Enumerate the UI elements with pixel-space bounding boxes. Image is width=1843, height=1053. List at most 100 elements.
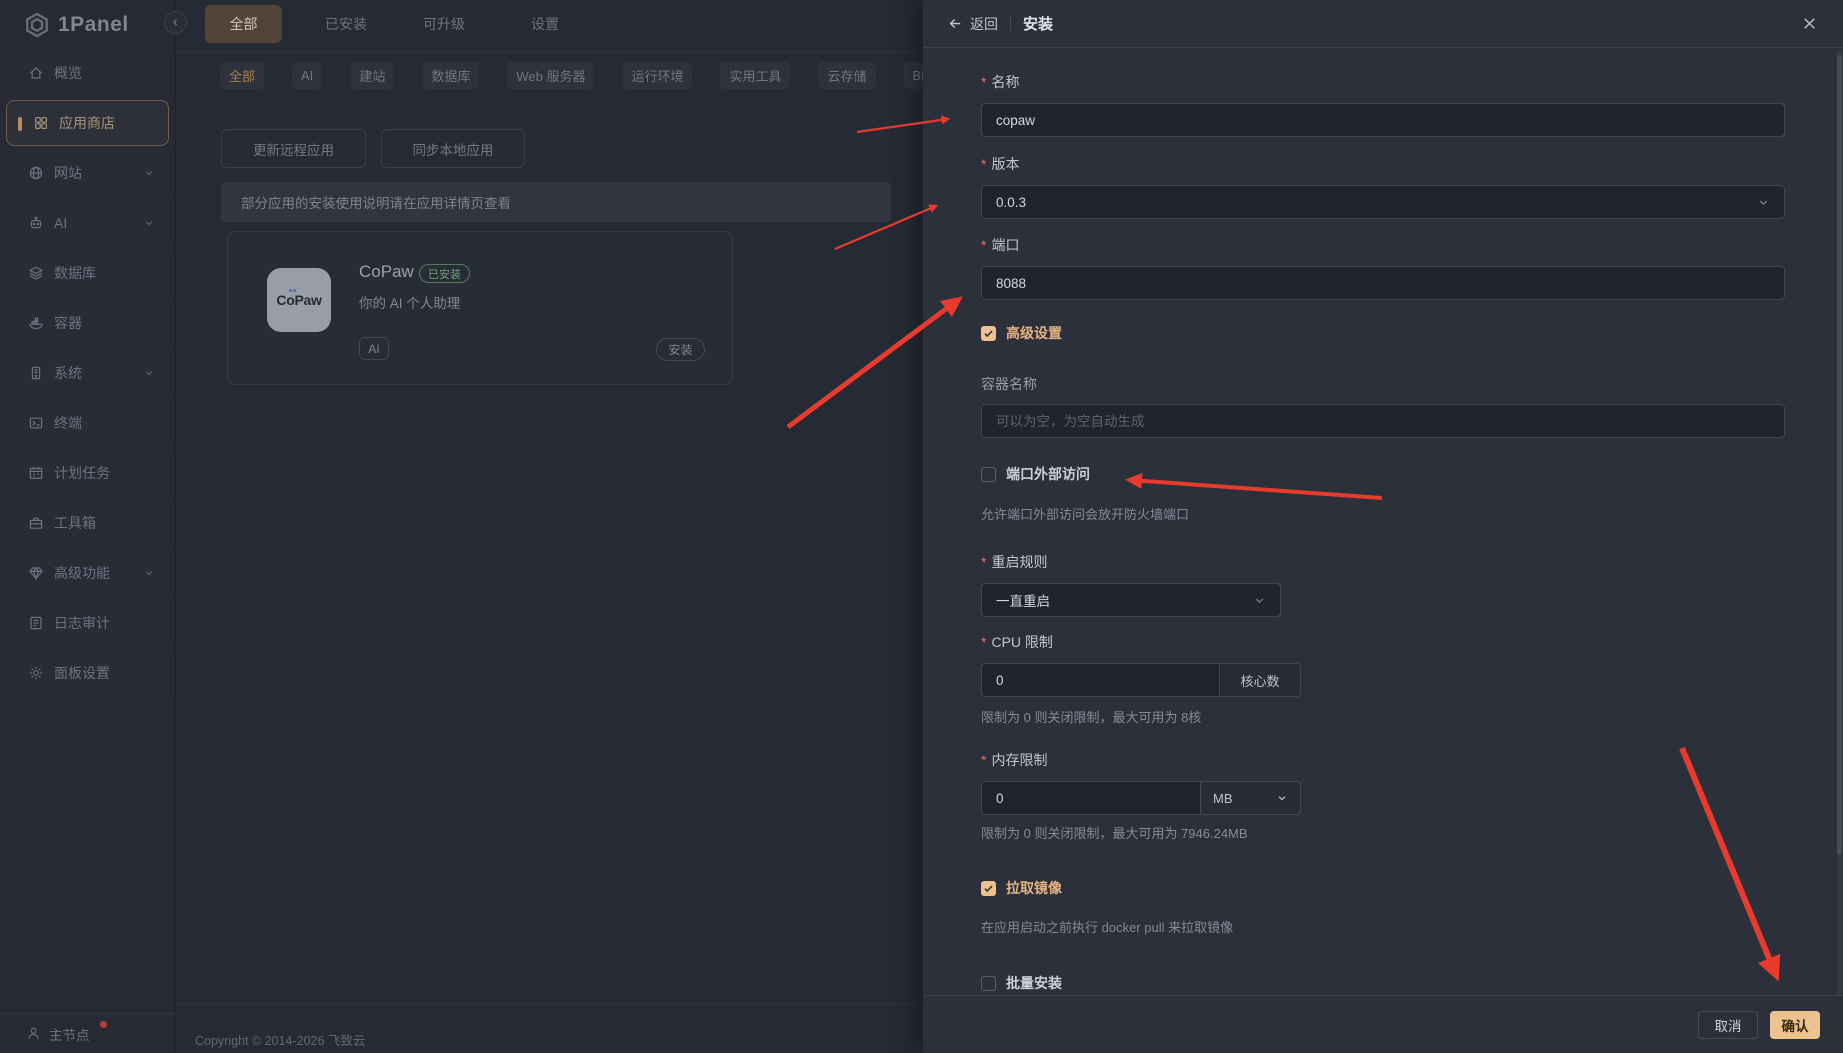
- update-remote-apps-button[interactable]: 更新远程应用: [221, 129, 366, 168]
- sidebar-item-terminal[interactable]: 终端: [6, 400, 169, 446]
- memory-limit-input[interactable]: [981, 781, 1201, 815]
- field-label: * 重启规则: [981, 553, 1048, 570]
- globe-icon: [29, 166, 43, 180]
- chip-label: 建站: [359, 69, 386, 84]
- node-status-dot: [100, 1021, 107, 1028]
- gem-icon: [29, 566, 43, 581]
- node-label: 主节点: [49, 1027, 90, 1043]
- sidebar-item-overview[interactable]: 概览: [6, 50, 169, 96]
- cancel-button[interactable]: 取消: [1698, 1010, 1758, 1039]
- sidebar-item-website[interactable]: 网站: [6, 150, 169, 196]
- restart-policy-value: 一直重启: [996, 594, 1050, 609]
- container-name-input[interactable]: [981, 404, 1785, 438]
- sidebar-nav: 概览 应用商店 网站 AI 数据库 容器 系统 终端 计划任务 工具箱 高级功能…: [0, 50, 175, 696]
- tab-all[interactable]: 全部: [205, 5, 282, 43]
- back-button[interactable]: 返回: [948, 14, 998, 34]
- drawer-header: 返回 安装: [923, 0, 1843, 48]
- gear-icon: [29, 666, 43, 680]
- app-description: 你的 AI 个人助理: [359, 296, 461, 311]
- sidebar-item-label: 网站: [54, 165, 82, 181]
- memory-unit-value: MB: [1213, 790, 1233, 806]
- pull-image-checkbox-row[interactable]: 拉取镜像: [981, 878, 1785, 898]
- tab-label: 全部: [229, 16, 258, 32]
- sidebar-item-app-store[interactable]: 应用商店: [6, 100, 169, 146]
- current-node-selector[interactable]: 主节点: [0, 1013, 176, 1053]
- sidebar-item-logs[interactable]: 日志审计: [6, 600, 169, 646]
- field-memory-limit: *内存限制 MB 限制为 0 则关闭限制，最大可用为 7946.24MB: [981, 751, 1785, 842]
- version-select[interactable]: 0.0.3: [981, 185, 1785, 219]
- sidebar-item-panel-settings[interactable]: 面板设置: [6, 650, 169, 696]
- category-chip-database[interactable]: 数据库: [422, 62, 480, 89]
- sidebar-item-database[interactable]: 数据库: [6, 250, 169, 296]
- restart-policy-select[interactable]: 一直重启: [981, 583, 1281, 617]
- copyright-text: Copyright © 2014-2026 飞致云: [195, 1034, 366, 1048]
- cpu-limit-helper: 限制为 0 则关闭限制，最大可用为 8核: [981, 710, 1202, 725]
- cpu-limit-input[interactable]: [981, 663, 1220, 697]
- port-input[interactable]: [981, 266, 1785, 300]
- drawer-title: 安装: [1023, 16, 1054, 33]
- home-icon: [30, 67, 42, 79]
- field-container-name: 容器名称: [981, 375, 1785, 438]
- category-chip-webserver[interactable]: Web 服务器: [507, 62, 595, 89]
- field-batch-install: 批量安装 批量安装应用到选择的节点中: [981, 973, 1785, 995]
- scrollbar-thumb[interactable]: [1837, 55, 1842, 855]
- category-chip-ai[interactable]: AI: [292, 62, 323, 89]
- chip-label: Web 服务器: [516, 69, 586, 84]
- sidebar-item-cron[interactable]: 计划任务: [6, 450, 169, 496]
- sidebar-collapse-button[interactable]: [164, 11, 187, 34]
- check-icon: [984, 329, 993, 337]
- batch-install-label: 批量安装: [1006, 975, 1062, 991]
- external-port-checkbox-row[interactable]: 端口外部访问: [981, 464, 1785, 484]
- tab-installed[interactable]: 已安装: [325, 14, 367, 34]
- sidebar: 1Panel 概览 应用商店 网站 AI 数据库 容器 系统 终端 计划任务 工…: [0, 0, 176, 1053]
- confirm-button[interactable]: 确认: [1770, 1010, 1820, 1039]
- checkbox-unchecked[interactable]: [981, 975, 996, 991]
- required-asterisk: *: [981, 751, 987, 768]
- server-icon: [31, 366, 41, 380]
- back-label: 返回: [970, 15, 998, 32]
- memory-unit-select[interactable]: MB: [1201, 781, 1301, 815]
- category-chip-tools[interactable]: 实用工具: [720, 62, 791, 89]
- tab-settings[interactable]: 设置: [531, 14, 559, 34]
- checkbox-checked[interactable]: [981, 880, 996, 896]
- external-port-helper: 允许端口外部访问会放开防火墙端口: [981, 507, 1190, 522]
- batch-install-checkbox-row[interactable]: 批量安装: [981, 973, 1785, 993]
- sidebar-item-system[interactable]: 系统: [6, 350, 169, 396]
- memory-limit-group: MB: [981, 781, 1301, 815]
- category-chip-website[interactable]: 建站: [350, 62, 395, 89]
- app-root: 1Panel 概览 应用商店 网站 AI 数据库 容器 系统 终端 计划任务 工…: [0, 0, 1843, 1053]
- chevron-left-icon: [173, 19, 177, 26]
- app-card-copaw[interactable]: CoPaw CoPaw 已安装 你的 AI 个人助理 AI 安装: [227, 231, 733, 385]
- container-icon: [29, 317, 43, 330]
- app-logo: CoPaw: [267, 268, 331, 332]
- category-chip-all[interactable]: 全部: [220, 62, 265, 89]
- sidebar-item-label: 概览: [54, 65, 82, 81]
- sync-local-apps-button[interactable]: 同步本地应用: [381, 129, 525, 168]
- required-asterisk: *: [981, 155, 987, 172]
- sidebar-item-toolbox[interactable]: 工具箱: [6, 500, 169, 546]
- category-chip-cloud-storage[interactable]: 云存储: [818, 62, 876, 89]
- sidebar-item-advanced[interactable]: 高级功能: [6, 550, 169, 596]
- close-button[interactable]: [1801, 15, 1818, 32]
- category-chip-runtime[interactable]: 运行环境: [622, 62, 693, 89]
- chip-label: 数据库: [431, 69, 471, 84]
- sidebar-item-label: 系统: [54, 365, 82, 381]
- checkbox-checked[interactable]: [981, 325, 996, 341]
- checkbox-unchecked[interactable]: [981, 466, 996, 482]
- sidebar-item-ai[interactable]: AI: [6, 200, 169, 246]
- install-button[interactable]: 安装: [656, 338, 705, 361]
- tab-upgradable[interactable]: 可升级: [423, 14, 465, 34]
- field-label: 容器名称: [981, 375, 1037, 392]
- pull-image-label: 拉取镜像: [1006, 880, 1062, 896]
- external-port-label: 端口外部访问: [1006, 466, 1090, 482]
- cpu-limit-group: 核心数: [981, 663, 1301, 697]
- field-version: * 版本 0.0.3: [981, 155, 1785, 219]
- drawer-scrollbar[interactable]: [1837, 49, 1842, 995]
- name-input[interactable]: [981, 103, 1785, 137]
- required-asterisk: *: [981, 73, 987, 90]
- brand-name: 1Panel: [58, 13, 129, 36]
- chevron-down-icon: [145, 371, 153, 376]
- sidebar-item-container[interactable]: 容器: [6, 300, 169, 346]
- chip-label: 运行环境: [631, 69, 684, 84]
- advanced-settings-checkbox-row[interactable]: 高级设置: [981, 323, 1785, 343]
